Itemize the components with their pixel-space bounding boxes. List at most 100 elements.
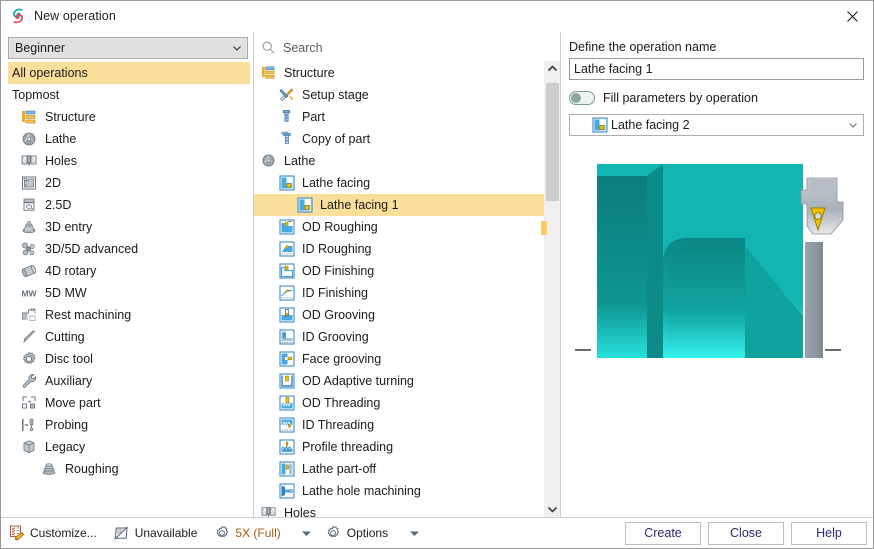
fill-parameters-toggle[interactable] [569,91,595,105]
disc-tool-icon [20,350,38,368]
structure-icon [260,64,277,81]
tree-item-lathe[interactable]: Lathe [254,150,544,172]
tree-item-copy-of-part[interactable]: Copy of part [254,128,544,150]
tree-item-od-grooving[interactable]: OD Grooving [254,304,544,326]
sidebar-item-move-part[interactable]: Move part [8,392,250,414]
sidebar-item-legacy[interactable]: Legacy [8,436,250,458]
tree-item-id-roughing[interactable]: ID Roughing [254,238,544,260]
sidebar-item-3d-5d-advanced[interactable]: 3D/5D advanced [8,238,250,260]
sidebar-item-label: Cutting [45,329,85,344]
tree-item-id-threading[interactable]: ID Threading [254,414,544,436]
roughing-icon [40,460,58,478]
sidebar-item-label: Auxiliary [45,373,93,388]
tree-item-od-roughing[interactable]: OD Roughing [254,216,544,238]
tree-item-part[interactable]: Part [254,106,544,128]
sidebar-item-rest-machining[interactable]: Rest machining [8,304,250,326]
lathe-icon [20,130,38,148]
twofived-icon [20,196,38,214]
sidebar-item-label: Disc tool [45,351,93,366]
tree-item-label: ID Grooving [302,329,369,344]
close-icon[interactable] [831,1,873,31]
close-button[interactable]: Close [708,521,784,545]
tree-item-label: Lathe facing 1 [320,197,399,212]
cutting-icon [20,328,38,346]
id-finishing-icon [278,284,295,301]
sidebar-item-cutting[interactable]: Cutting [8,326,250,348]
skill-level-combo[interactable]: Beginner [8,37,248,59]
dialog-footer: Customize... Unavailable 5X (Full) Optio… [1,517,873,548]
operation-name-input[interactable]: Lathe facing 1 [569,58,864,80]
sidebar-item-2-5d[interactable]: 2.5D [8,194,250,216]
axis-mode-button[interactable]: 5X (Full) [213,525,281,542]
part-icon [278,108,295,125]
lathe-hole-machining-icon [278,482,295,499]
od-grooving-icon [278,306,295,323]
lathe-facing-icon [278,174,295,191]
sidebar-item-topmost[interactable]: Topmost [8,84,250,106]
operation-tree-panel: Search Structure Setup stage Part Copy o… [254,32,561,517]
category-panel: Beginner All operations Topmost Structur… [1,32,254,517]
customize-label: Customize... [30,526,97,540]
gear-icon [213,525,230,542]
tree-item-id-finishing[interactable]: ID Finishing [254,282,544,304]
sidebar-item-5d-mw[interactable]: MW 5D MW [8,282,250,304]
sidebar-item-label: Lathe [45,131,77,146]
tree-item-label: OD Finishing [302,263,375,278]
tree-item-od-threading[interactable]: OD Threading [254,392,544,414]
search-input[interactable]: Search [254,36,560,61]
tree-item-od-adaptive-turning[interactable]: OD Adaptive turning [254,370,544,392]
scrollbar-thumb[interactable] [546,82,559,201]
tree-item-id-grooving[interactable]: ID Grooving [254,326,544,348]
sidebar-item-3d-entry[interactable]: 3D entry [8,216,250,238]
sidebar-item-roughing[interactable]: Roughing [8,458,250,480]
unavailable-toggle[interactable]: Unavailable [113,525,197,542]
tree-item-label: OD Roughing [302,219,378,234]
sidebar-item-4d-rotary[interactable]: 4D rotary [8,260,250,282]
tree-vertical-scrollbar[interactable] [541,60,560,517]
tree-item-setup-stage[interactable]: Setup stage [254,84,544,106]
source-operation-combo[interactable]: Lathe facing 2 [569,114,864,136]
chevron-down-icon [231,42,243,54]
sidebar-item-structure[interactable]: Structure [8,106,250,128]
help-button[interactable]: Help [791,521,867,545]
tree-item-profile-threading[interactable]: Profile threading [254,436,544,458]
unavailable-icon [113,525,130,542]
sidebar-item-label: 3D/5D advanced [45,241,139,256]
tree-item-holes[interactable]: Holes [254,502,544,517]
chevron-up-icon[interactable] [545,60,560,78]
sidebar-item-disc-tool[interactable]: Disc tool [8,348,250,370]
create-button[interactable]: Create [625,521,701,545]
tree-item-label: OD Grooving [302,307,375,322]
sidebar-item-label: Roughing [65,461,119,476]
tree-item-lathe-part-off[interactable]: Lathe part-off [254,458,544,480]
id-roughing-icon [278,240,295,257]
source-operation-value: Lathe facing 2 [611,118,690,132]
tree-item-lathe-hole-machining[interactable]: Lathe hole machining [254,480,544,502]
sidebar-item-holes[interactable]: Holes [8,150,250,172]
options-button[interactable]: Options [325,525,388,542]
tree-item-od-finishing[interactable]: OD Finishing [254,260,544,282]
sidebar-item-label: 2D [45,175,61,190]
tree-item-lathe-facing[interactable]: Lathe facing [254,172,544,194]
od-finishing-icon [278,262,295,279]
sidebar-item-auxiliary[interactable]: Auxiliary [8,370,250,392]
sidebar-item-label: 4D rotary [45,263,97,278]
fourd-rotary-icon [20,262,38,280]
tree-item-structure[interactable]: Structure [254,62,544,84]
sidebar-item-all-operations[interactable]: All operations [8,62,250,84]
tree-item-lathe-facing-1[interactable]: Lathe facing 1 [254,193,544,216]
options-dropdown-caret-down-icon[interactable] [404,523,424,543]
probing-icon [20,416,38,434]
sidebar-item-label: 3D entry [45,219,93,234]
tree-item-label: Part [302,109,325,124]
lathe-facing-icon [296,196,313,213]
sidebar-item-lathe[interactable]: Lathe [8,128,250,150]
axis-mode-dropdown-caret-down-icon[interactable] [297,523,317,543]
tree-item-face-grooving[interactable]: Face grooving [254,348,544,370]
chevron-down-icon[interactable] [545,500,560,517]
fill-parameters-label: Fill parameters by operation [603,91,758,105]
sidebar-item-probing[interactable]: Probing [8,414,250,436]
customize-button[interactable]: Customize... [8,525,97,542]
tree-item-label: Lathe facing [302,175,371,190]
sidebar-item-2d[interactable]: 2D [8,172,250,194]
